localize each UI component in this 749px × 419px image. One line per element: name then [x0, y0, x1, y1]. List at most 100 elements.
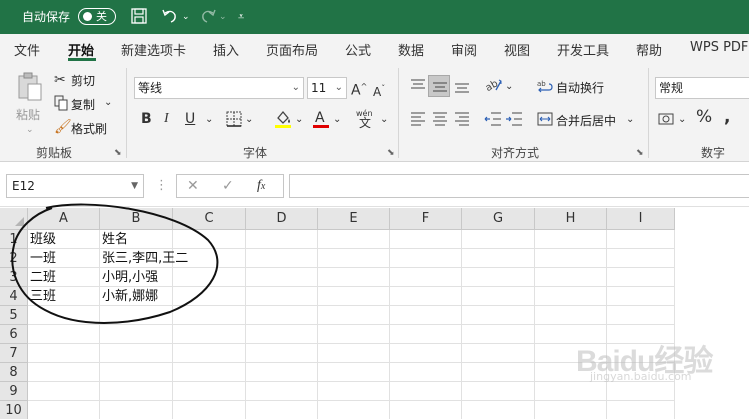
name-box[interactable]: E12 ▼: [6, 174, 144, 198]
decrease-indent-icon[interactable]: [484, 111, 502, 131]
formula-input[interactable]: [289, 174, 749, 198]
cell-g9[interactable]: [462, 382, 535, 401]
comma-style-icon[interactable]: ,: [724, 109, 730, 126]
cell-g4[interactable]: [462, 287, 535, 306]
cell-b8[interactable]: [100, 363, 173, 382]
row-header-7[interactable]: 7: [0, 344, 28, 363]
cell-d8[interactable]: [246, 363, 318, 382]
customize-toolbar-icon[interactable]: ⩡: [238, 7, 244, 27]
increase-font-icon[interactable]: A^: [351, 79, 367, 99]
more-options-icon[interactable]: ⋮: [155, 178, 168, 194]
cell-a9[interactable]: [28, 382, 100, 401]
column-header-h[interactable]: H: [535, 208, 607, 230]
underline-button[interactable]: U: [185, 111, 195, 127]
cell-f6[interactable]: [390, 325, 462, 344]
merge-center-icon[interactable]: [537, 111, 553, 131]
cell-f7[interactable]: [390, 344, 462, 363]
merge-dropdown-icon[interactable]: ⌄: [626, 112, 634, 128]
wrap-text-button[interactable]: 自动换行: [556, 79, 604, 96]
format-painter-button[interactable]: 格式刷: [71, 120, 107, 137]
cell-f10[interactable]: [390, 401, 462, 419]
tab-review[interactable]: 审阅: [451, 40, 477, 59]
cell-g6[interactable]: [462, 325, 535, 344]
cell-g8[interactable]: [462, 363, 535, 382]
tab-wps-pdf[interactable]: WPS PDF: [690, 40, 748, 55]
cell-f9[interactable]: [390, 382, 462, 401]
redo-dropdown-icon[interactable]: ⌄: [219, 7, 227, 27]
cell-b9[interactable]: [100, 382, 173, 401]
cell-d6[interactable]: [246, 325, 318, 344]
cell-a10[interactable]: [28, 401, 100, 419]
align-bottom-icon[interactable]: [454, 78, 470, 98]
italic-button[interactable]: I: [164, 111, 169, 127]
cell-f2[interactable]: [390, 249, 462, 268]
cell-e3[interactable]: [318, 268, 390, 287]
row-header-8[interactable]: 8: [0, 363, 28, 382]
borders-dropdown-icon[interactable]: ⌄: [245, 112, 253, 128]
percent-style-button[interactable]: %: [696, 109, 712, 126]
merge-center-button[interactable]: 合并后居中: [556, 112, 616, 129]
align-middle-icon[interactable]: [428, 75, 450, 97]
undo-icon[interactable]: [160, 7, 180, 27]
accounting-dropdown-icon[interactable]: ⌄: [678, 112, 686, 128]
alignment-launcher-icon[interactable]: ⬊: [636, 148, 644, 158]
align-top-icon[interactable]: [410, 78, 426, 98]
fill-color-dropdown-icon[interactable]: ⌄: [295, 112, 303, 128]
cell-d9[interactable]: [246, 382, 318, 401]
undo-dropdown-icon[interactable]: ⌄: [182, 7, 190, 27]
cell-g1[interactable]: [462, 230, 535, 249]
cell-f3[interactable]: [390, 268, 462, 287]
redo-icon[interactable]: [198, 7, 218, 27]
cell-i5[interactable]: [607, 306, 675, 325]
tab-insert[interactable]: 插入: [213, 40, 239, 59]
font-size-combo[interactable]: 11 ⌄: [307, 77, 347, 99]
column-header-d[interactable]: D: [246, 208, 318, 230]
cell-d7[interactable]: [246, 344, 318, 363]
cell-d3[interactable]: [246, 268, 318, 287]
cell-h2[interactable]: [535, 249, 607, 268]
increase-indent-icon[interactable]: [505, 111, 523, 131]
column-header-e[interactable]: E: [318, 208, 390, 230]
cell-d5[interactable]: [246, 306, 318, 325]
cell-c10[interactable]: [173, 401, 246, 419]
cell-g3[interactable]: [462, 268, 535, 287]
wrap-text-icon[interactable]: ab: [537, 79, 553, 99]
cell-g10[interactable]: [462, 401, 535, 419]
column-header-g[interactable]: G: [462, 208, 535, 230]
cell-g7[interactable]: [462, 344, 535, 363]
cell-g5[interactable]: [462, 306, 535, 325]
cell-b10[interactable]: [100, 401, 173, 419]
bold-button[interactable]: B: [141, 111, 152, 127]
align-right-icon[interactable]: [454, 111, 470, 131]
cancel-icon[interactable]: ✕: [187, 178, 199, 194]
copy-button[interactable]: 复制: [71, 96, 95, 113]
phonetic-dropdown-icon[interactable]: ⌄: [380, 112, 388, 128]
cell-f5[interactable]: [390, 306, 462, 325]
copy-dropdown-icon[interactable]: ⌄: [104, 95, 112, 111]
cell-e4[interactable]: [318, 287, 390, 306]
clipboard-launcher-icon[interactable]: ⬊: [114, 148, 122, 158]
tab-developer[interactable]: 开发工具: [557, 40, 609, 59]
row-header-9[interactable]: 9: [0, 382, 28, 401]
cell-i1[interactable]: [607, 230, 675, 249]
font-color-icon[interactable]: A: [312, 109, 330, 133]
fill-color-icon[interactable]: [274, 109, 292, 133]
orientation-dropdown-icon[interactable]: ⌄: [505, 79, 513, 95]
insert-function-icon[interactable]: fx: [257, 178, 265, 195]
cell-d4[interactable]: [246, 287, 318, 306]
cell-h5[interactable]: [535, 306, 607, 325]
cell-b7[interactable]: [100, 344, 173, 363]
cell-d10[interactable]: [246, 401, 318, 419]
column-header-f[interactable]: F: [390, 208, 462, 230]
row-header-10[interactable]: 10: [0, 401, 28, 419]
enter-icon[interactable]: ✓: [222, 178, 234, 194]
cell-e7[interactable]: [318, 344, 390, 363]
tab-home[interactable]: 开始: [68, 40, 94, 59]
autosave-toggle[interactable]: 关: [78, 8, 116, 25]
tab-new-tab[interactable]: 新建选项卡: [121, 40, 186, 59]
underline-dropdown-icon[interactable]: ⌄: [205, 112, 213, 128]
align-center-icon[interactable]: [432, 111, 448, 131]
accounting-format-icon[interactable]: [658, 111, 676, 131]
cell-f8[interactable]: [390, 363, 462, 382]
tab-formulas[interactable]: 公式: [345, 40, 371, 59]
